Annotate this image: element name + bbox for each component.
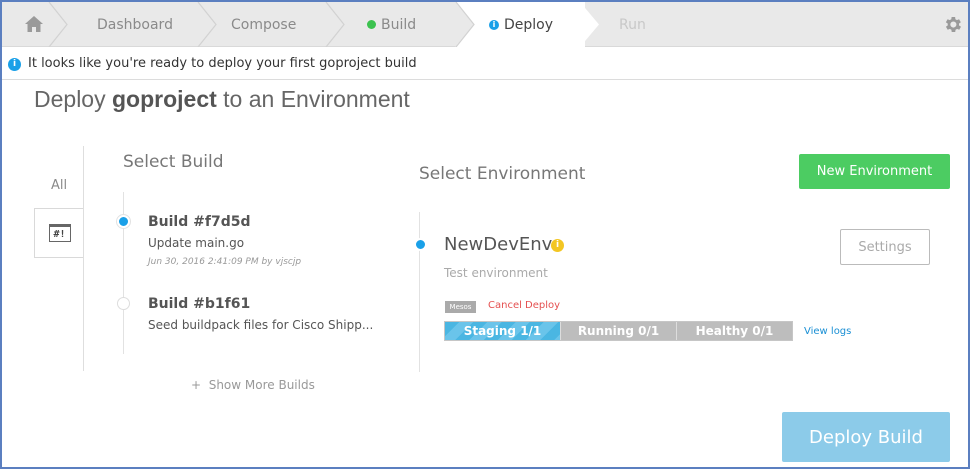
tab-run-label: Run xyxy=(619,16,646,33)
step-separator xyxy=(48,2,68,47)
step-separator xyxy=(580,2,599,47)
info-icon: i xyxy=(8,58,21,71)
tab-run[interactable]: Run xyxy=(619,2,646,47)
select-build-title: Select Build xyxy=(123,152,224,172)
step-nav: Dashboard Compose Build i Deploy Run xyxy=(2,2,968,47)
build-name[interactable]: Build #f7d5d xyxy=(148,214,250,230)
banner-text: It looks like you're ready to deploy you… xyxy=(28,56,417,71)
tab-build-label: Build xyxy=(381,16,417,33)
deploy-build-button[interactable]: Deploy Build xyxy=(782,412,950,462)
info-icon: i xyxy=(489,19,499,30)
env-settings-button[interactable]: Settings xyxy=(840,229,930,265)
new-environment-button[interactable]: New Environment xyxy=(799,154,950,189)
page-title: Deploy goproject to an Environment xyxy=(34,86,410,113)
info-icon[interactable]: i xyxy=(551,239,564,252)
progress-staging: Staging 1/1 xyxy=(445,322,560,340)
step-separator xyxy=(455,2,475,47)
title-prefix: Deploy xyxy=(34,86,112,112)
tab-dashboard[interactable]: Dashboard xyxy=(97,2,173,47)
build-meta: Jun 30, 2016 2:41:09 PM by vjscjp xyxy=(148,257,302,267)
build-message: Seed buildpack files for Cisco Shipp... xyxy=(148,318,374,332)
show-more-label: Show More Builds xyxy=(208,378,315,392)
gear-icon[interactable] xyxy=(942,14,963,35)
tab-deploy[interactable]: i Deploy xyxy=(489,2,553,47)
tab-compose[interactable]: Compose xyxy=(231,2,296,47)
build-message: Update main.go xyxy=(148,236,245,250)
view-logs-link[interactable]: View logs xyxy=(804,326,851,337)
home-icon[interactable] xyxy=(24,15,44,33)
tab-all-label: All xyxy=(50,177,68,193)
tab-all[interactable]: All xyxy=(35,162,83,208)
env-timeline xyxy=(419,212,420,372)
tab-shell[interactable]: #! xyxy=(34,208,84,258)
build-name[interactable]: Build #b1f61 xyxy=(148,296,250,312)
tab-compose-label: Compose xyxy=(231,16,297,33)
build-status-icon xyxy=(367,20,376,29)
platform-badge: Mesos xyxy=(445,301,476,313)
env-description: Test environment xyxy=(444,266,548,280)
title-suffix: to an Environment xyxy=(216,86,410,112)
tab-dashboard-label: Dashboard xyxy=(97,16,173,33)
plus-icon: + xyxy=(191,378,202,392)
step-separator xyxy=(197,2,217,47)
build-radio[interactable] xyxy=(117,297,130,310)
progress-running: Running 0/1 xyxy=(560,322,676,340)
terminal-label: #! xyxy=(53,228,66,240)
info-banner: i It looks like you're ready to deploy y… xyxy=(2,48,968,80)
build-radio-selected[interactable] xyxy=(117,215,130,228)
title-project: goproject xyxy=(111,86,217,112)
select-environment-title: Select Environment xyxy=(419,164,586,184)
env-radio-selected[interactable] xyxy=(414,238,427,251)
env-name: NewDevEnv xyxy=(444,234,553,255)
tab-deploy-label: Deploy xyxy=(504,16,554,33)
tab-build[interactable]: Build xyxy=(367,2,416,47)
show-more-builds-link[interactable]: + Show More Builds xyxy=(191,378,315,392)
cancel-deploy-link[interactable]: Cancel Deploy xyxy=(488,300,560,311)
terminal-icon: #! xyxy=(48,224,71,242)
divider xyxy=(83,146,84,371)
deploy-progress: Staging 1/1 Running 0/1 Healthy 0/1 xyxy=(444,321,793,341)
step-separator xyxy=(325,2,345,47)
progress-healthy: Healthy 0/1 xyxy=(676,322,792,340)
